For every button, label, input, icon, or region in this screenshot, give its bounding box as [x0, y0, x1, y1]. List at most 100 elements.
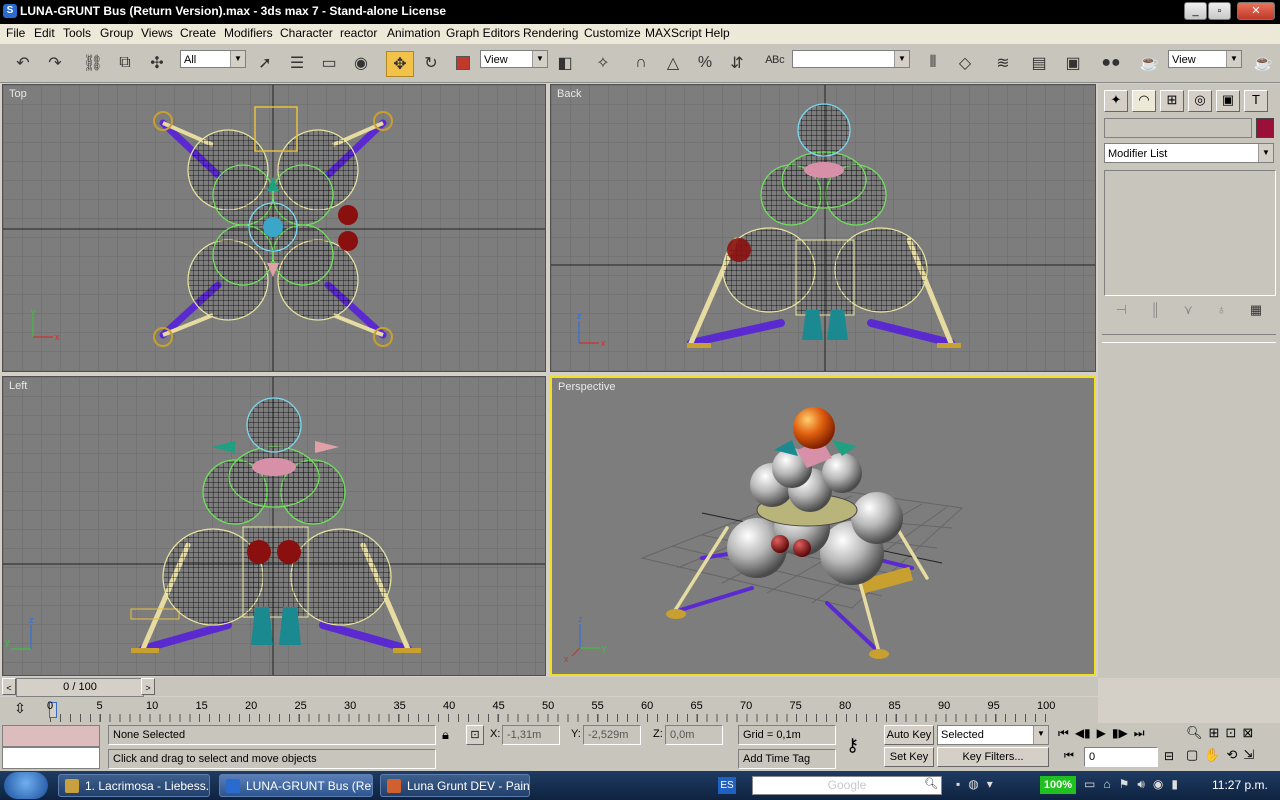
- menu-create[interactable]: Create: [180, 26, 216, 40]
- named-selection-dropdown[interactable]: ▼: [792, 50, 910, 68]
- maximize-viewport-icon[interactable]: ⇲: [1243, 747, 1254, 763]
- manipulate-icon[interactable]: ✧: [590, 51, 616, 75]
- modify-tab-icon[interactable]: ◠: [1132, 90, 1156, 112]
- menu-modifiers[interactable]: Modifiers: [224, 26, 273, 40]
- current-frame-spinner[interactable]: 0: [1084, 747, 1158, 767]
- maxscript-listener-mini[interactable]: [2, 725, 100, 747]
- modifier-stack-list[interactable]: [1104, 170, 1276, 296]
- time-configuration-icon[interactable]: ⊟: [1164, 749, 1174, 763]
- bind-space-warp-icon[interactable]: ✣: [144, 51, 170, 75]
- flag-icon[interactable]: ⚑: [1119, 777, 1130, 792]
- search-icon[interactable]: 🔍︎: [924, 777, 938, 790]
- x-coordinate-field[interactable]: -1,31m: [502, 725, 560, 745]
- time-slider-thumb[interactable]: 0 / 100: [16, 678, 144, 697]
- viewport-label-left[interactable]: Left: [9, 380, 27, 392]
- tray-app-icon[interactable]: ▮: [1171, 777, 1178, 792]
- curve-editor-icon[interactable]: ▤: [1026, 51, 1052, 75]
- menu-help[interactable]: Help: [705, 26, 730, 40]
- app-icon[interactable]: S: [3, 4, 17, 18]
- unlink-icon[interactable]: ⧉: [112, 51, 138, 75]
- minimize-button[interactable]: _: [1184, 2, 1207, 20]
- utilities-tab-icon[interactable]: T: [1244, 90, 1268, 112]
- zoom-extents-all-icon[interactable]: ⊠: [1242, 725, 1253, 741]
- auto-key-button[interactable]: Auto Key: [884, 725, 934, 745]
- prev-frame-arrow-icon[interactable]: <: [2, 678, 16, 695]
- menu-animation[interactable]: Animation: [387, 26, 440, 40]
- arc-rotate-icon[interactable]: ⟲: [1226, 747, 1237, 763]
- zoom-all-icon[interactable]: ⊞: [1209, 725, 1220, 741]
- taskbar-item-media-player[interactable]: 1. Lacrimosa - Liebess...: [58, 774, 210, 797]
- quick-render-icon[interactable]: ☕: [1250, 51, 1276, 75]
- absolute-mode-transform-icon[interactable]: ⊡: [466, 725, 484, 745]
- add-time-tag-button[interactable]: Add Time Tag: [738, 749, 836, 769]
- volume-icon[interactable]: 🔊︎: [1137, 777, 1145, 792]
- menu-graph-editors[interactable]: Graph Editors: [446, 26, 520, 40]
- configure-modifier-sets-icon[interactable]: ▦: [1250, 302, 1262, 322]
- viewport-top[interactable]: y x Top: [2, 84, 546, 372]
- percent-snap-icon[interactable]: %: [692, 51, 718, 75]
- redo-icon[interactable]: ↷: [42, 51, 68, 75]
- angle-snap-icon[interactable]: △: [660, 51, 686, 75]
- menu-reactor[interactable]: reactor: [340, 26, 377, 40]
- previous-frame-icon[interactable]: ◀▮: [1075, 726, 1091, 741]
- viewport-left[interactable]: z y Left: [2, 376, 546, 676]
- battery-indicator[interactable]: 100%: [1040, 776, 1076, 794]
- tray-app-icon[interactable]: ◉: [1153, 777, 1163, 792]
- modifier-list-dropdown[interactable]: Modifier List ▼: [1104, 143, 1274, 163]
- reference-coordinate-dropdown[interactable]: View ▼: [480, 50, 548, 68]
- taskbar-item-paint[interactable]: Luna Grunt DEV - Paint: [380, 774, 530, 797]
- snap-toggle-icon[interactable]: ∩: [628, 51, 654, 75]
- field-of-view-icon[interactable]: ▢: [1186, 747, 1198, 763]
- menu-edit[interactable]: Edit: [34, 26, 55, 40]
- set-key-button[interactable]: Set Key: [884, 747, 934, 767]
- object-name-field[interactable]: [1104, 118, 1252, 138]
- key-mode-toggle-icon[interactable]: ⏮: [1064, 750, 1074, 763]
- material-editor-icon[interactable]: ●●: [1098, 51, 1124, 75]
- edit-named-selection-icon[interactable]: ᴬᴮᶜ: [762, 51, 788, 75]
- viewport-label-back[interactable]: Back: [557, 88, 581, 100]
- pin-stack-icon[interactable]: ⊣: [1116, 302, 1127, 322]
- select-and-scale-icon[interactable]: [450, 51, 476, 75]
- hierarchy-tab-icon[interactable]: ⊞: [1160, 90, 1184, 112]
- make-unique-icon[interactable]: ⋎: [1183, 302, 1193, 322]
- maxscript-input-mini[interactable]: [2, 747, 100, 769]
- key-filters-button[interactable]: Key Filters...: [937, 747, 1049, 767]
- show-desktop-icon[interactable]: ▭: [1084, 777, 1095, 792]
- next-frame-icon[interactable]: ▮▶: [1112, 726, 1128, 741]
- menu-file[interactable]: File: [6, 26, 25, 40]
- y-coordinate-field[interactable]: -2,529m: [583, 725, 641, 745]
- zoom-extents-icon[interactable]: ⊡: [1225, 725, 1236, 741]
- zoom-icon[interactable]: 🔍︎: [1186, 725, 1203, 741]
- selection-filter-dropdown[interactable]: All ▼: [180, 50, 246, 68]
- z-coordinate-field[interactable]: 0,0m: [665, 725, 723, 745]
- viewport-perspective[interactable]: z y x Perspective: [550, 376, 1096, 676]
- go-to-end-icon[interactable]: ⏭: [1134, 726, 1145, 741]
- menu-tools[interactable]: Tools: [63, 26, 91, 40]
- network-icon[interactable]: ⌂: [1103, 777, 1110, 792]
- tray-app-icon[interactable]: ▾: [987, 777, 993, 791]
- viewport-label-perspective[interactable]: Perspective: [558, 381, 615, 393]
- tray-app-icon[interactable]: ▪: [956, 777, 960, 791]
- tray-chrome-icon[interactable]: ◍: [968, 777, 978, 791]
- viewport-label-top[interactable]: Top: [9, 88, 27, 100]
- lock-selection-icon[interactable]: 🔒︎: [442, 727, 449, 743]
- open-mini-curve-editor-icon[interactable]: ⇳: [10, 700, 30, 718]
- menu-maxscript[interactable]: MAXScript: [645, 26, 702, 40]
- spinner-snap-icon[interactable]: ⇵: [724, 51, 750, 75]
- menu-character[interactable]: Character: [280, 26, 333, 40]
- google-search-input[interactable]: Google: [752, 776, 942, 795]
- undo-icon[interactable]: ↶: [10, 51, 36, 75]
- create-tab-icon[interactable]: ✦: [1104, 90, 1128, 112]
- select-by-name-icon[interactable]: ☰: [284, 51, 310, 75]
- show-end-result-icon[interactable]: ║: [1151, 302, 1160, 322]
- taskbar-item-3dsmax[interactable]: LUNA-GRUNT Bus (Ret...: [219, 774, 373, 797]
- default-in-out-tangents-key-icon[interactable]: ⚷: [846, 735, 859, 756]
- close-button[interactable]: ✕: [1237, 2, 1275, 20]
- window-crossing-icon[interactable]: ◉: [348, 51, 374, 75]
- track-bar[interactable]: ⇳ 0 5 10 15 20 25 30 35 40 45 50 55 60 65 70 75 80 85 90 95…: [0, 697, 1098, 723]
- menu-group[interactable]: Group: [100, 26, 133, 40]
- schematic-view-icon[interactable]: ▣: [1060, 51, 1086, 75]
- layer-manager-icon[interactable]: ≋: [990, 51, 1016, 75]
- pivot-center-icon[interactable]: ◧: [552, 51, 578, 75]
- align-icon[interactable]: ◇: [952, 51, 978, 75]
